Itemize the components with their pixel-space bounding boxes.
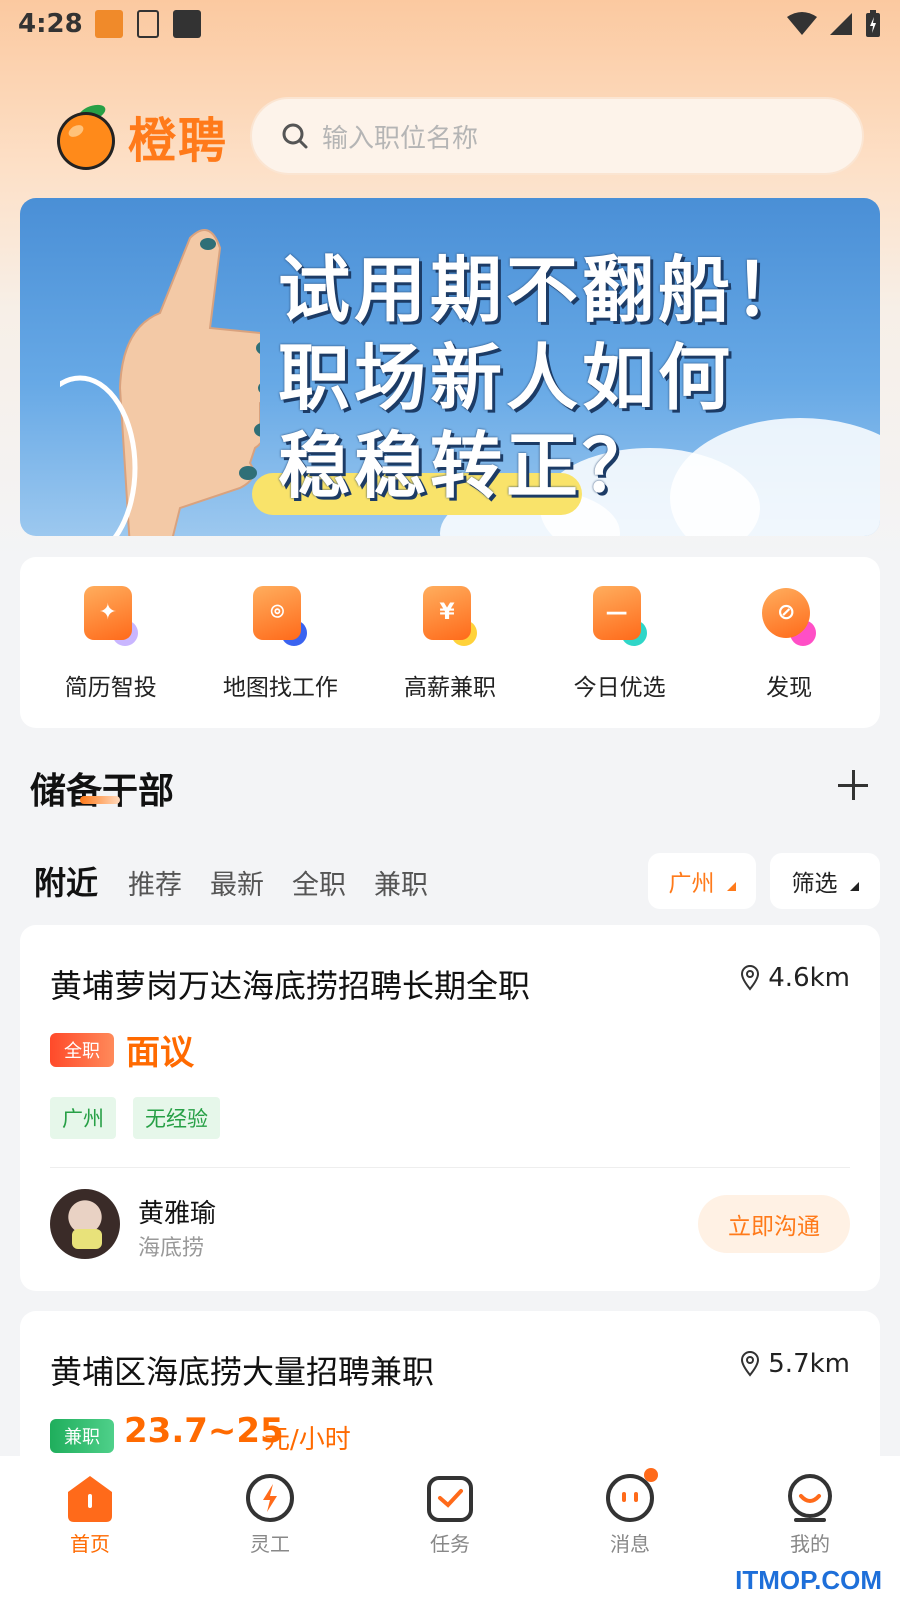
card-divider — [50, 1167, 850, 1168]
tab-label: 灵工 — [250, 1532, 290, 1556]
status-bar: 4:28 — [0, 0, 900, 48]
profile-icon — [788, 1474, 832, 1522]
banner-line: 职场新人如何 — [278, 336, 735, 420]
section-title-text: 储备干部 — [30, 771, 175, 812]
job-type-badge: 全职 — [50, 1033, 114, 1067]
box-icon: — — [587, 584, 653, 650]
banner-line: 试用期不翻船！ — [278, 248, 811, 332]
tab-label: 消息 — [610, 1532, 650, 1556]
banner-line: 稳稳转正？ — [278, 424, 659, 508]
map-pin-icon: ⌾ — [247, 584, 313, 650]
wifi-icon — [787, 12, 817, 35]
search-icon — [282, 123, 308, 149]
app-notification-icon — [94, 10, 123, 38]
quick-entry-resume[interactable]: ✦ 简历智投 — [31, 584, 191, 702]
quick-entry-map[interactable]: ⌾ 地图找工作 — [200, 584, 360, 702]
tab-label: 我的 — [790, 1532, 830, 1556]
search-input[interactable]: 输入职位名称 — [250, 97, 864, 175]
job-distance: 4.6km — [740, 963, 850, 993]
orange-logo-icon — [57, 104, 115, 170]
quick-entry-label: 今日优选 — [573, 674, 666, 701]
status-time: 4:28 — [18, 9, 83, 39]
job-title: 黄埔萝岗万达海底捞招聘长期全职 — [50, 967, 531, 1005]
sparkle-doc-icon: ✦ — [78, 584, 144, 650]
tab-messages[interactable]: 消息 — [570, 1468, 690, 1600]
chat-now-button[interactable]: 立即沟通 — [698, 1195, 850, 1253]
recruiter-name: 黄雅瑜 — [138, 1199, 217, 1229]
signal-icon — [830, 13, 852, 35]
dropdown-arrow-icon — [726, 881, 736, 891]
filter-dropdown-label: 筛选 — [791, 871, 838, 897]
job-distance: 5.7km — [740, 1349, 850, 1379]
tab-parttime[interactable]: 兼职 — [374, 863, 428, 902]
tab-label: 任务 — [430, 1532, 470, 1556]
search-placeholder: 输入职位名称 — [322, 123, 479, 154]
job-card[interactable]: 黄埔萝岗万达海底捞招聘长期全职 4.6km 全职 面议 广州 无经验 黄雅瑜 海… — [20, 925, 880, 1291]
yuan-icon: ¥ — [417, 584, 483, 650]
quick-entry-today[interactable]: — 今日优选 — [540, 584, 700, 702]
city-dropdown[interactable]: 广州 — [648, 853, 756, 909]
watermark: ITMOP.COM — [735, 1565, 882, 1595]
job-salary: 23.7~25 — [124, 1411, 284, 1451]
app-header: 橙聘 输入职位名称 — [54, 96, 864, 176]
job-salary: 面议 — [126, 1033, 194, 1073]
job-title: 黄埔区海底捞大量招聘兼职 — [50, 1353, 435, 1391]
banner-headline: 试用期不翻船！ 职场新人如何 稳稳转正？ — [278, 246, 810, 510]
job-tabs: 附近 推荐 最新 全职 兼职 — [34, 858, 428, 904]
sim-card-icon — [136, 10, 159, 38]
quick-entry-parttime[interactable]: ¥ 高薪兼职 — [370, 584, 530, 702]
add-icon[interactable] — [836, 768, 870, 802]
quick-entry-label: 地图找工作 — [222, 674, 338, 701]
filter-dropdown[interactable]: 筛选 — [770, 853, 880, 909]
city-dropdown-label: 广州 — [668, 871, 715, 897]
distance-value: 4.6km — [768, 963, 850, 993]
compass-icon: ⊘ — [756, 584, 822, 650]
tab-label: 首页 — [70, 1532, 110, 1556]
dropdown-arrow-icon — [849, 881, 859, 891]
thumbs-up-illustration — [60, 229, 260, 536]
recruiter-company: 海底捞 — [138, 1236, 205, 1261]
tab-nearby[interactable]: 附近 — [34, 858, 98, 904]
battery-icon — [866, 10, 880, 37]
quick-entry-panel: ✦ 简历智投 ⌾ 地图找工作 ¥ 高薪兼职 — 今日优选 ⊘ 发现 — [20, 557, 880, 728]
unread-dot — [644, 1468, 658, 1482]
avatar — [50, 1189, 120, 1259]
section-title[interactable]: 储备干部 — [30, 762, 174, 814]
location-pin-icon — [741, 1351, 760, 1377]
promo-banner[interactable]: 试用期不翻船！ 职场新人如何 稳稳转正？ — [20, 198, 880, 536]
quick-entry-discover[interactable]: ⊘ 发现 — [709, 584, 869, 702]
distance-value: 5.7km — [768, 1349, 850, 1379]
brand-name: 橙聘 — [128, 113, 229, 169]
tab-gig[interactable]: 灵工 — [210, 1472, 330, 1600]
calendar-notification-icon — [172, 10, 201, 38]
quick-entry-label: 高薪兼职 — [403, 674, 496, 701]
job-salary-unit: 元/小时 — [264, 1425, 351, 1455]
lightning-icon — [246, 1474, 294, 1522]
job-tag: 无经验 — [133, 1097, 220, 1139]
title-underline — [80, 796, 120, 804]
location-pin-icon — [741, 965, 760, 991]
tab-latest[interactable]: 最新 — [210, 863, 264, 902]
tab-task[interactable]: 任务 — [390, 1472, 510, 1600]
task-check-icon — [427, 1476, 473, 1522]
quick-entry-label: 发现 — [766, 674, 813, 701]
tab-home[interactable]: 首页 — [30, 1472, 150, 1600]
quick-entry-label: 简历智投 — [64, 674, 157, 701]
tab-recommend[interactable]: 推荐 — [128, 863, 182, 902]
home-icon — [68, 1476, 112, 1522]
job-tag: 广州 — [50, 1097, 116, 1139]
tab-fulltime[interactable]: 全职 — [292, 863, 346, 902]
job-type-badge: 兼职 — [50, 1419, 114, 1453]
